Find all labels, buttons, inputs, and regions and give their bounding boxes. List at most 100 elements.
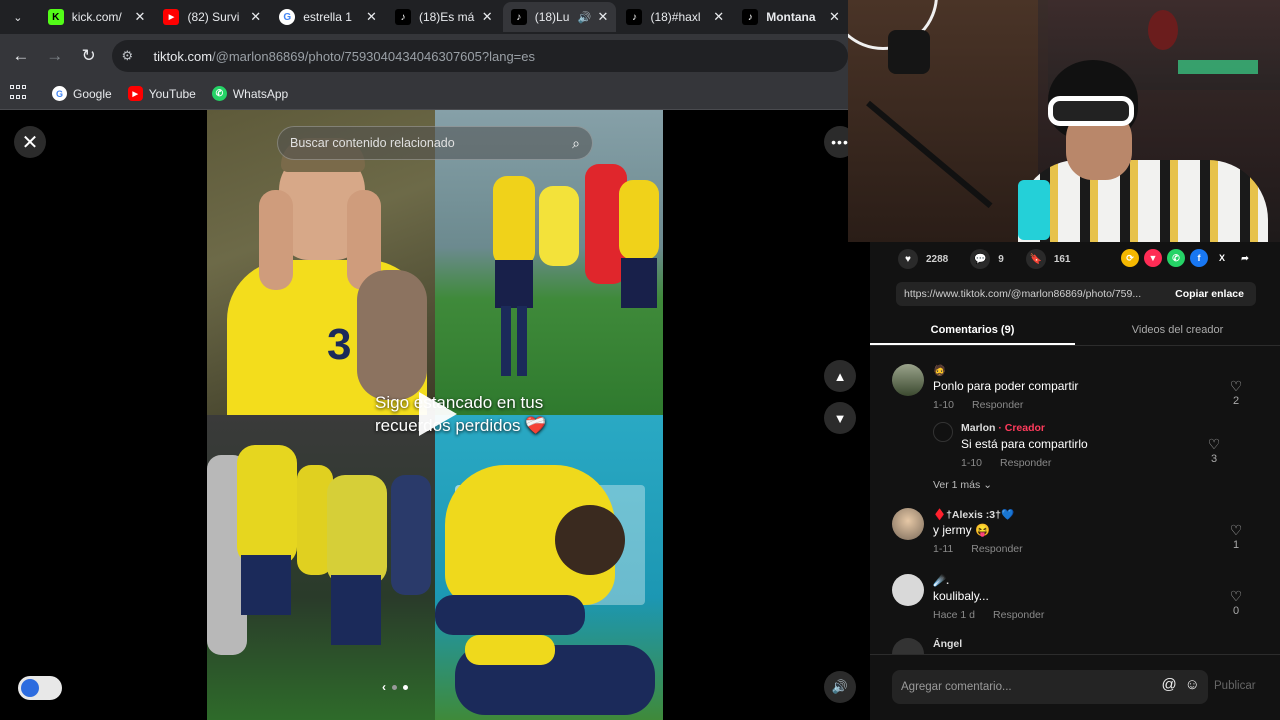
chevron-left-icon[interactable]: ‹ bbox=[382, 680, 386, 694]
facebook-icon[interactable]: f bbox=[1190, 249, 1208, 267]
bookmark-label: WhatsApp bbox=[232, 86, 289, 101]
emoji-icon[interactable]: ☺ bbox=[1185, 676, 1200, 693]
comment-placeholder: Agregar comentario... bbox=[901, 681, 1012, 693]
comment-list[interactable]: 🧔 Ponlo para poder compartir 1-10 Respon… bbox=[870, 354, 1280, 654]
post-photo[interactable]: 3 Buscar contenido relacionado ⌕ Sigo es… bbox=[207, 110, 663, 720]
comment-username[interactable]: ♦️†Alexis :3†💙 bbox=[933, 508, 1223, 522]
volume-button[interactable]: 🔊 bbox=[824, 671, 856, 703]
comment-like[interactable]: ♡ 2 bbox=[1224, 378, 1248, 407]
comment-input[interactable]: Agregar comentario... @ ☺ bbox=[892, 670, 1208, 704]
browser-tab[interactable]: ▶ (82) Survi ✕ bbox=[155, 2, 269, 32]
browser-tab[interactable]: ♪ Montana ✕ bbox=[734, 2, 848, 32]
bookmark-google[interactable]: G Google bbox=[52, 86, 112, 101]
reply-button[interactable]: Responder bbox=[972, 399, 1023, 411]
address-bar[interactable]: ⚙ tiktok.com/@marlon86869/photo/75930404… bbox=[111, 40, 849, 72]
reply-button[interactable]: Responder bbox=[993, 609, 1044, 621]
share-link-url[interactable]: https://www.tiktok.com/@marlon86869/phot… bbox=[904, 288, 1163, 300]
next-post-button[interactable]: ▼ bbox=[824, 402, 856, 434]
avatar[interactable] bbox=[933, 422, 953, 442]
bookmark-label: YouTube bbox=[148, 86, 196, 101]
share-arrow-icon[interactable]: ➦ bbox=[1236, 249, 1254, 267]
comment-text: koulibaly... bbox=[933, 589, 989, 603]
close-tab-icon[interactable]: ✕ bbox=[135, 9, 146, 25]
tiktok-icon: ♪ bbox=[742, 9, 759, 25]
mention-icon[interactable]: @ bbox=[1161, 676, 1176, 693]
comment-like[interactable]: ♡ 1 bbox=[1224, 522, 1248, 551]
copy-link-button[interactable]: Copiar enlace bbox=[1163, 288, 1256, 300]
engagement-bar: ♥ 2288 💬 9 🔖 161 ⟳ ▼ ✆ f X ➦ bbox=[870, 242, 1280, 276]
close-viewer-button[interactable]: ✕ bbox=[14, 126, 46, 158]
youtube-icon: ▶ bbox=[163, 9, 180, 25]
repost-icon[interactable]: ⟳ bbox=[1121, 249, 1139, 267]
close-tab-icon[interactable]: ✕ bbox=[829, 9, 840, 25]
comment-username[interactable]: ☄️. bbox=[933, 574, 1223, 588]
avatar[interactable] bbox=[892, 364, 924, 396]
site-info-icon[interactable]: ⚙ bbox=[122, 48, 144, 64]
like-action[interactable]: ♥ 2288 bbox=[898, 249, 948, 269]
close-tab-icon[interactable]: ✕ bbox=[482, 9, 493, 25]
send-icon[interactable]: ▼ bbox=[1144, 249, 1162, 267]
tiktok-icon: ♪ bbox=[394, 9, 411, 25]
page-dot-active[interactable] bbox=[403, 684, 408, 690]
browser-tab-active[interactable]: ♪ (18)Lu 🔊 ✕ bbox=[502, 2, 617, 32]
previous-post-button[interactable]: ▲ bbox=[824, 360, 856, 392]
bookmark-whatsapp[interactable]: ✆ WhatsApp bbox=[211, 86, 289, 101]
bookmark-youtube[interactable]: ▶ YouTube bbox=[127, 86, 196, 101]
screen: ⌄ K kick.com/ ✕ ▶ (82) Survi ✕ G estrell… bbox=[0, 0, 1280, 720]
reload-icon[interactable]: ↻ bbox=[72, 39, 106, 73]
url-path: /@marlon86869/photo/7593040434046307605?… bbox=[212, 48, 535, 64]
bookmarks-bar: G Google ▶ YouTube ✆ WhatsApp bbox=[0, 78, 848, 110]
comment-text: Ponlo para poder compartir bbox=[933, 379, 1079, 393]
tab-creator-videos[interactable]: Videos del creador bbox=[1075, 318, 1280, 345]
publish-button[interactable]: Publicar bbox=[1214, 680, 1256, 692]
view-more-label: Ver 1 más bbox=[933, 479, 981, 491]
share-link-box: https://www.tiktok.com/@marlon86869/phot… bbox=[896, 282, 1256, 306]
save-count: 161 bbox=[1053, 253, 1071, 265]
browser-tab[interactable]: ♪ (18)#haxl ✕ bbox=[618, 2, 732, 32]
browser-tab[interactable]: K kick.com/ ✕ bbox=[40, 2, 154, 32]
heart-outline-icon: ♡ bbox=[1229, 522, 1243, 538]
related-search-input[interactable]: Buscar contenido relacionado ⌕ bbox=[277, 126, 593, 160]
comment-action[interactable]: 💬 9 bbox=[970, 249, 1004, 269]
close-tab-icon[interactable]: ✕ bbox=[250, 9, 261, 25]
creator-badge: · Creador bbox=[998, 422, 1046, 434]
browser-tab-bar: ⌄ K kick.com/ ✕ ▶ (82) Survi ✕ G estrell… bbox=[0, 0, 848, 34]
post-caption-overlay: Sigo estancado en tus recuerdos perdidos… bbox=[375, 393, 547, 435]
reply-like-count: 3 bbox=[1210, 453, 1218, 465]
autoscroll-toggle[interactable] bbox=[18, 676, 62, 700]
reply-button[interactable]: Responder bbox=[971, 543, 1022, 555]
browser-tab[interactable]: ♪ (18)Es má ✕ bbox=[387, 2, 501, 32]
play-icon[interactable] bbox=[419, 392, 457, 436]
close-tab-icon[interactable]: ✕ bbox=[598, 9, 609, 25]
reply-username[interactable]: Marlon bbox=[961, 422, 995, 434]
whatsapp-icon[interactable]: ✆ bbox=[1167, 249, 1185, 267]
avatar[interactable] bbox=[892, 574, 924, 606]
x-icon[interactable]: X bbox=[1213, 249, 1231, 267]
tab-title: (18)Lu bbox=[534, 10, 570, 24]
tab-title: (82) Survi bbox=[187, 10, 240, 24]
back-icon[interactable]: ← bbox=[4, 39, 38, 73]
save-action[interactable]: 🔖 161 bbox=[1025, 249, 1071, 269]
photo-pagination[interactable]: ‹ bbox=[382, 680, 408, 694]
speaker-icon[interactable]: 🔊 bbox=[578, 11, 592, 24]
avatar[interactable] bbox=[892, 508, 924, 540]
tab-search-icon[interactable]: ⌄ bbox=[6, 5, 30, 29]
close-tab-icon[interactable]: ✕ bbox=[713, 9, 724, 25]
reply-like[interactable]: ♡ 3 bbox=[1202, 436, 1226, 465]
comment-username[interactable]: Ángel bbox=[933, 638, 1223, 652]
browser-tab[interactable]: G estrella 1 ✕ bbox=[271, 2, 385, 32]
reply-button[interactable]: Responder bbox=[1000, 457, 1051, 469]
view-more-replies[interactable]: Ver 1 más ⌄ bbox=[933, 479, 992, 491]
avatar[interactable] bbox=[892, 638, 924, 654]
page-dot[interactable] bbox=[392, 684, 397, 690]
comment-like[interactable]: ♡ 0 bbox=[1224, 588, 1248, 617]
comment-date: 1-11 bbox=[933, 543, 954, 555]
comment-username[interactable]: 🧔 bbox=[933, 364, 1223, 378]
apps-grid-icon[interactable] bbox=[10, 84, 28, 103]
search-icon[interactable]: ⌕ bbox=[572, 135, 580, 152]
bookmark-icon: 🔖 bbox=[1025, 249, 1046, 269]
forward-icon[interactable]: → bbox=[38, 39, 72, 73]
close-tab-icon[interactable]: ✕ bbox=[366, 9, 377, 25]
tiktok-icon: ♪ bbox=[510, 9, 527, 25]
tab-comments[interactable]: Comentarios (9) bbox=[870, 318, 1075, 345]
